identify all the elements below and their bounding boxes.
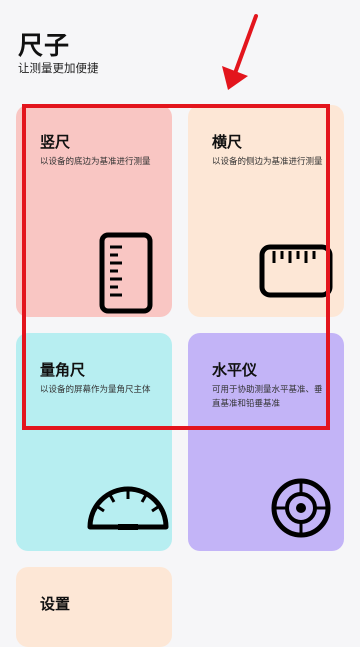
vertical-ruler-icon: [99, 232, 153, 314]
card-description: 以设备的侧边为基准进行测量: [212, 157, 323, 167]
level-card[interactable]: 水平仪 可用于协助测量水平基准、垂直基准和铅垂基准: [188, 333, 344, 551]
protractor-icon: [87, 486, 169, 530]
annotation-arrow-icon: [222, 14, 258, 90]
card-title: 水平仪: [212, 361, 258, 379]
vertical-ruler-card[interactable]: 竖尺 以设备的底边为基准进行测量: [16, 105, 172, 317]
page-title: 尺子: [18, 31, 71, 60]
card-title: 横尺: [212, 133, 243, 151]
horizontal-ruler-icon: [259, 244, 333, 298]
card-description: 以设备的底边为基准进行测量: [40, 157, 151, 167]
card-description: 以设备的屏幕作为量角尺主体: [40, 385, 151, 395]
card-description: 可用于协助测量水平基准、垂直基准和铅垂基准: [212, 385, 323, 409]
settings-card[interactable]: 设置: [16, 567, 172, 647]
card-title: 量角尺: [40, 361, 86, 379]
card-title: 竖尺: [40, 133, 71, 151]
page-subtitle: 让测量更加便捷: [18, 61, 99, 75]
card-title: 设置: [40, 595, 71, 613]
protractor-card[interactable]: 量角尺 以设备的屏幕作为量角尺主体: [16, 333, 172, 551]
horizontal-ruler-card[interactable]: 横尺 以设备的侧边为基准进行测量: [188, 105, 344, 317]
level-icon: [271, 478, 331, 538]
